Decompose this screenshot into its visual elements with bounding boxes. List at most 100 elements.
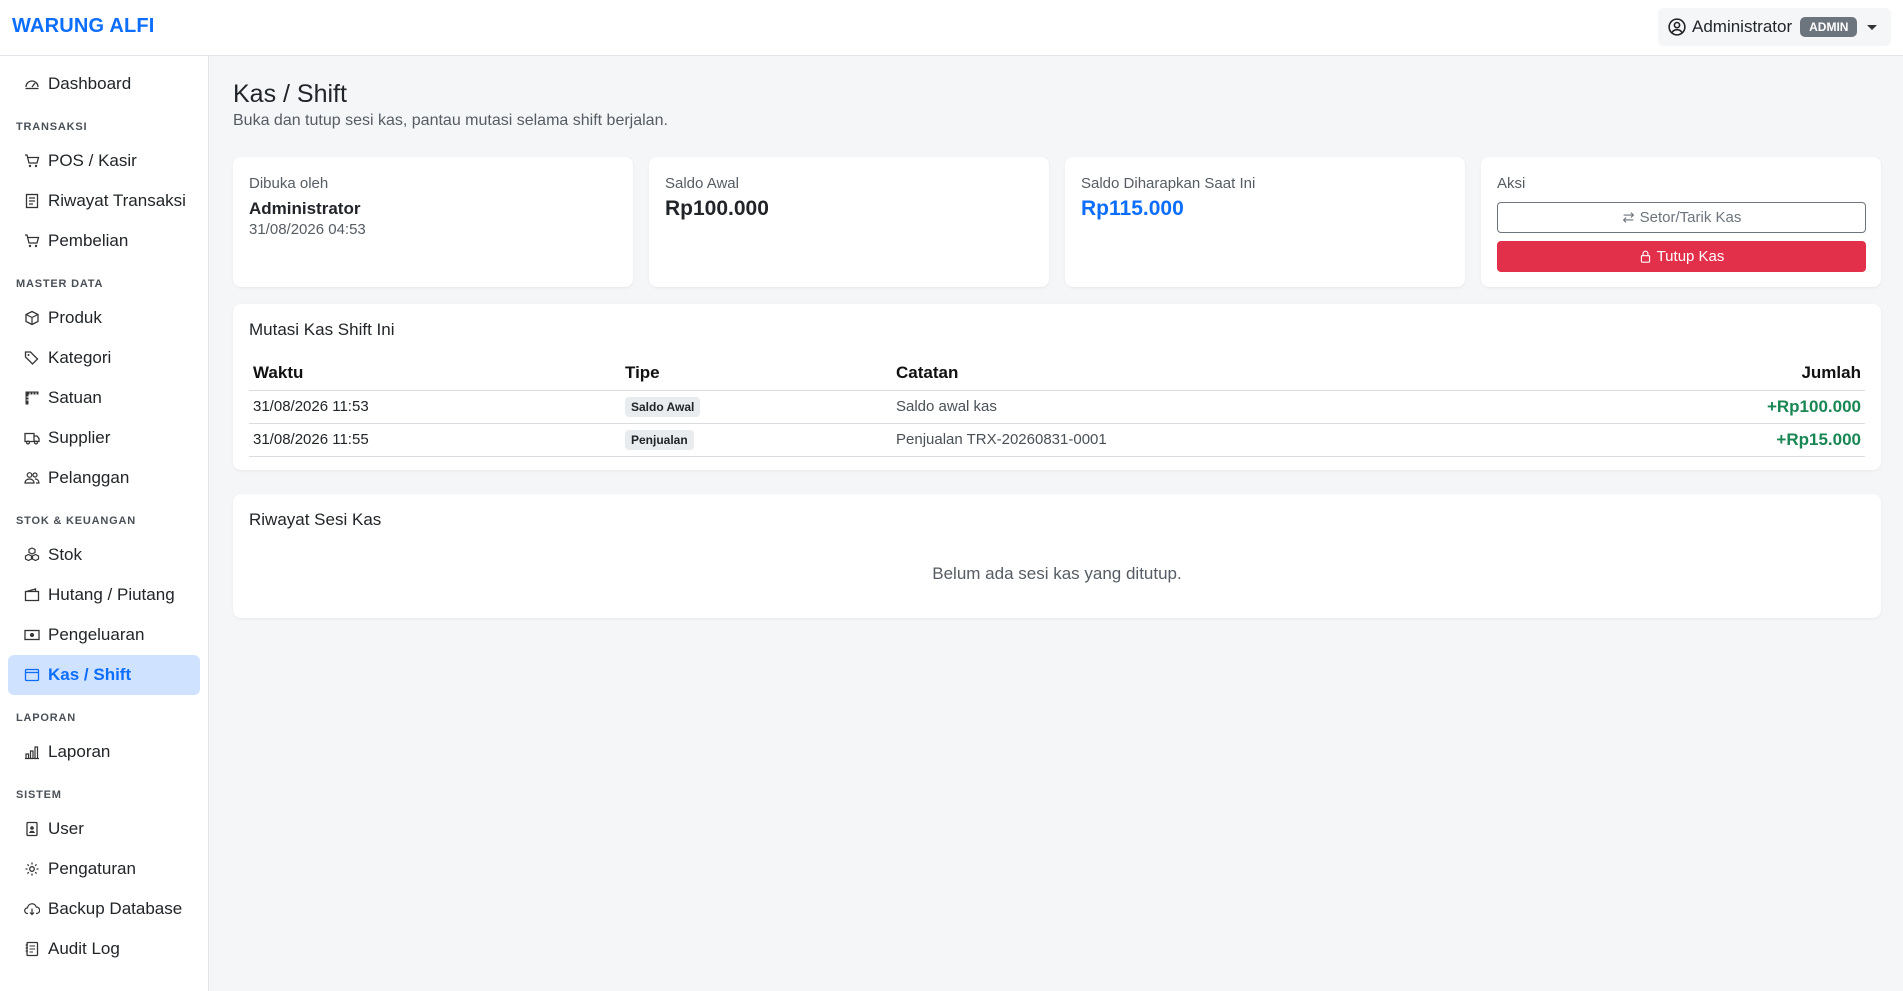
sidebar-item-supplier[interactable]: Supplier [8,418,200,458]
cart-icon [25,234,40,248]
cell-waktu: 31/08/2026 11:55 [249,423,621,457]
cash-icon [24,629,40,641]
sidebar: Dashboard TRANSAKSI POS / Kasir Riwayat … [0,56,209,991]
tutup-kas-label: Tutup Kas [1656,248,1725,265]
sidebar-item-label: Stok [48,545,83,564]
sidebar-item-label: Laporan [48,742,111,761]
chevron-down-icon [1867,24,1878,30]
sidebar-item-label: Kas / Shift [48,665,132,684]
sidebar-item-satuan[interactable]: Satuan [8,378,200,418]
setor-tarik-kas-button[interactable]: Setor/Tarik Kas [1497,202,1866,233]
card-saldo-awal: Saldo Awal Rp100.000 [649,157,1049,287]
cell-jumlah: +Rp100.000 [1555,390,1865,424]
page-title: Kas / Shift [233,80,347,108]
cell-catatan: Penjualan TRX-20260831-0001 [892,423,1556,457]
sidebar-item-label: Kategori [48,348,112,367]
table-row: 31/08/2026 11:53 Saldo Awal Saldo awal k… [249,390,1865,424]
col-tipe: Tipe [621,356,892,391]
sidebar-item-kategori[interactable]: Kategori [8,338,200,378]
sidebar-item-pembelian[interactable]: Pembelian [8,221,200,261]
card-saldo-expected: Saldo Diharapkan Saat Ini Rp115.000 [1065,157,1465,287]
saldo-awal-value: Rp100.000 [665,197,769,220]
sidebar-item-label: Backup Database [48,899,183,918]
sidebar-item-label: Pelanggan [48,468,130,487]
brand-logo[interactable]: WARUNG ALFI [12,15,155,38]
opened-at-time: 31/08/2026 04:53 [249,221,366,238]
sidebar-item-label: Riwayat Transaksi [48,191,186,210]
riwayat-title: Riwayat Sesi Kas [249,510,382,529]
opened-by-name: Administrator [249,199,361,218]
sidebar-item-riwayat-transaksi[interactable]: Riwayat Transaksi [8,181,200,221]
boxes-icon [24,547,40,562]
window-icon [24,668,40,682]
wallet-icon [24,588,40,602]
speedometer-icon [25,80,39,90]
sidebar-item-pelanggan[interactable]: Pelanggan [8,458,200,498]
sidebar-item-audit-log[interactable]: Audit Log [8,929,200,969]
sidebar-item-kas-shift[interactable]: Kas / Shift [8,655,200,695]
sidebar-item-label: Pembelian [48,231,129,250]
type-badge: Penjualan [625,429,694,450]
cell-tipe: Saldo Awal [621,390,892,424]
card-actions: Aksi Setor/Tarik Kas Tutup Kas [1481,157,1881,287]
cell-tipe: Penjualan [621,423,892,457]
table-header-row: Waktu Tipe Catatan Jumlah [249,356,1865,391]
mutasi-table: Waktu Tipe Catatan Jumlah 31/08/2026 11:… [249,356,1865,457]
sidebar-item-label: Audit Log [48,939,120,958]
empty-state-message: Belum ada sesi kas yang ditutup. [932,564,1182,583]
tags-icon [24,351,39,365]
sidebar-item-label: Pengeluaran [48,625,145,644]
sidebar-item-stok[interactable]: Stok [8,535,200,575]
top-navbar: WARUNG ALFI Administrator ADMIN [0,0,1903,56]
section-master-data: MASTER DATA [16,278,104,290]
setor-tarik-label: Setor/Tarik Kas [1639,209,1742,226]
col-waktu: Waktu [249,356,621,391]
section-stok-keuangan: STOK & KEUANGAN [16,515,136,527]
sidebar-item-dashboard[interactable]: Dashboard [8,64,200,104]
arrow-left-right-icon [1622,212,1634,223]
section-laporan: LAPORAN [16,712,76,724]
rulers-icon [25,391,39,405]
stat-label: Dibuka oleh [249,175,329,192]
section-transaksi: TRANSAKSI [16,121,88,133]
table-row: 31/08/2026 11:55 Penjualan Penjualan TRX… [249,423,1865,457]
sidebar-item-label: Dashboard [48,74,132,93]
sidebar-item-user[interactable]: User [8,809,200,849]
journal-text-icon [25,941,39,957]
sidebar-item-hutang-piutang[interactable]: Hutang / Piutang [8,575,200,615]
sidebar-item-laporan[interactable]: Laporan [8,732,200,772]
cell-catatan: Saldo awal kas [892,390,1556,424]
sidebar-item-pos[interactable]: POS / Kasir [8,141,200,181]
sidebar-item-backup-database[interactable]: Backup Database [8,889,200,929]
receipt-icon [25,193,39,209]
page-subtitle: Buka dan tutup sesi kas, pantau mutasi s… [233,112,668,129]
card-opened-by: Dibuka oleh Administrator 31/08/2026 04:… [233,157,633,287]
type-badge: Saldo Awal [625,396,701,417]
sidebar-item-label: POS / Kasir [48,151,137,170]
sidebar-item-label: Hutang / Piutang [48,585,175,604]
stat-label: Saldo Diharapkan Saat Ini [1081,175,1256,192]
cell-waktu: 31/08/2026 11:53 [249,390,621,424]
col-jumlah: Jumlah [1555,356,1865,391]
sidebar-item-pengeluaran[interactable]: Pengeluaran [8,615,200,655]
mutasi-title: Mutasi Kas Shift Ini [249,320,395,339]
role-badge: ADMIN [1800,17,1858,37]
stat-label: Aksi [1497,175,1526,192]
sidebar-item-pengaturan[interactable]: Pengaturan [8,849,200,889]
cell-jumlah: +Rp15.000 [1555,423,1865,457]
user-menu-dropdown[interactable]: Administrator ADMIN [1658,8,1891,46]
sidebar-item-label: Pengaturan [48,859,136,878]
truck-icon [24,432,40,445]
lock-icon [1640,250,1650,263]
tutup-kas-button[interactable]: Tutup Kas [1497,241,1866,272]
riwayat-card: Riwayat Sesi Kas Belum ada sesi kas yang… [233,494,1881,618]
cart-icon [25,154,40,168]
bar-chart-icon [25,746,39,760]
user-name: Administrator [1692,17,1793,36]
mutasi-card: Mutasi Kas Shift Ini Waktu Tipe Catatan … [233,304,1881,470]
sidebar-item-label: User [48,819,84,838]
gear-icon [25,862,39,876]
sidebar-item-label: Satuan [48,388,102,407]
user-circle-icon [1668,18,1686,36]
sidebar-item-produk[interactable]: Produk [8,298,200,338]
